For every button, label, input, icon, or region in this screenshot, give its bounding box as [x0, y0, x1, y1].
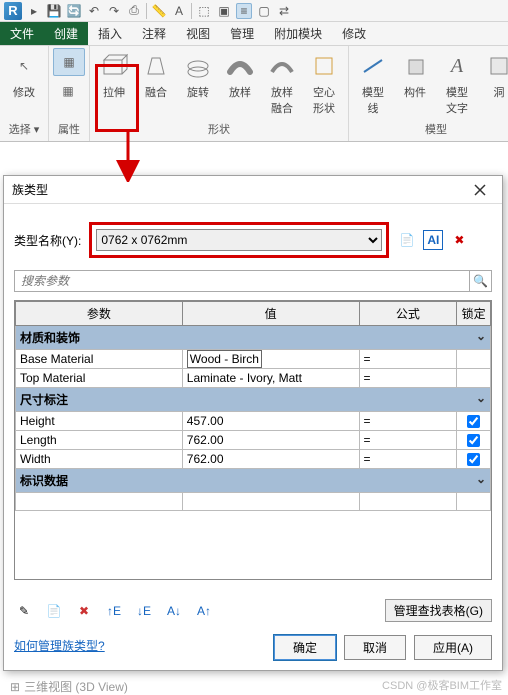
lock-checkbox[interactable]	[467, 415, 480, 428]
apply-button[interactable]: 应用(A)	[414, 635, 492, 660]
separator	[191, 3, 192, 19]
model-line-button[interactable]: 模型 线	[353, 48, 393, 118]
text-icon[interactable]: A	[171, 3, 187, 19]
thin-lines-icon[interactable]: ≡	[236, 3, 252, 19]
sort-desc-icon[interactable]: A↑	[194, 601, 214, 621]
collapse-icon[interactable]: ⌄	[476, 391, 486, 405]
search-input[interactable]	[15, 274, 469, 288]
opening-button[interactable]: 洞	[479, 48, 508, 102]
separator	[146, 3, 147, 19]
tab-create[interactable]: 创建	[44, 22, 88, 45]
panel-forms: 拉伸 融合 旋转 放样 放样 融合 空心 形状 形状	[90, 46, 349, 141]
void-button[interactable]: 空心 形状	[304, 48, 344, 118]
ok-button[interactable]: 确定	[274, 635, 336, 660]
measure-icon[interactable]: 📏	[151, 3, 167, 19]
print-icon[interactable]: ⎙	[126, 3, 142, 19]
move-down-icon[interactable]: ↓E	[134, 601, 154, 621]
ribbon: ↖修改 选择 ▾ ▦ ▦ 属性 拉伸 融合 旋转 放样 放样 融合 空心 形状 …	[0, 46, 508, 142]
swept-blend-button[interactable]: 放样 融合	[262, 48, 302, 118]
quick-access-toolbar: R ▸ 💾 🔄 ↶ ↷ ⎙ 📏 A ⬚ ▣ ≡ ▢ ⇄	[0, 0, 508, 22]
switch-icon[interactable]: ⇄	[276, 3, 292, 19]
search-icon[interactable]: 🔍	[469, 271, 491, 291]
modify-button[interactable]: ↖修改	[4, 48, 44, 102]
tab-view[interactable]: 视图	[176, 22, 220, 45]
manage-lookup-button[interactable]: 管理查找表格(G)	[385, 599, 492, 622]
table-header-row: 参数 值 公式 锁定	[16, 302, 491, 326]
category-identity[interactable]: 标识数据⌄	[16, 469, 491, 493]
col-param[interactable]: 参数	[16, 302, 183, 326]
collapse-icon[interactable]: ⌄	[476, 329, 486, 343]
close-button[interactable]	[466, 178, 494, 202]
watermark: CSDN @极客BIM工作室	[382, 677, 502, 693]
new-param-icon[interactable]: 📄	[44, 601, 64, 621]
sync-icon[interactable]: 🔄	[66, 3, 82, 19]
table-row: Base MaterialWood - Birch=	[16, 350, 491, 369]
panel-title-properties: 属性	[53, 119, 85, 139]
tab-annotate[interactable]: 注释	[132, 22, 176, 45]
category-dimensions[interactable]: 尺寸标注⌄	[16, 388, 491, 412]
ribbon-tabs: 文件 创建 插入 注释 视图 管理 附加模块 修改	[0, 22, 508, 46]
panel-properties: ▦ ▦ 属性	[49, 46, 90, 141]
section-icon[interactable]: ▣	[216, 3, 232, 19]
delete-param-icon[interactable]: ✖	[74, 601, 94, 621]
component-button[interactable]: 构件	[395, 48, 435, 102]
blend-button[interactable]: 融合	[136, 48, 176, 102]
panel-title-model: 模型	[353, 119, 508, 139]
rename-type-icon[interactable]: AI	[423, 230, 443, 250]
cancel-button[interactable]: 取消	[344, 635, 406, 660]
type-name-dropdown[interactable]: 0762 x 0762mm	[96, 229, 382, 251]
family-types-dialog: 族类型 类型名称(Y): 0762 x 0762mm 📄 AI ✖ 🔍 参数 值…	[3, 175, 503, 671]
edit-param-icon[interactable]: ✎	[14, 601, 34, 621]
model-text-button[interactable]: A模型 文字	[437, 48, 477, 118]
extrude-button[interactable]: 拉伸	[94, 48, 134, 102]
tab-file[interactable]: 文件	[0, 22, 44, 45]
category-materials[interactable]: 材质和装饰⌄	[16, 326, 491, 350]
collapse-icon[interactable]: ⌄	[476, 472, 486, 486]
type-name-label: 类型名称(Y):	[14, 232, 81, 249]
parameters-table: 参数 值 公式 锁定 材质和装饰⌄ Base MaterialWood - Bi…	[14, 300, 492, 580]
undo-icon[interactable]: ↶	[86, 3, 102, 19]
table-row: Top MaterialLaminate - Ivory, Matt=	[16, 369, 491, 388]
panel-title-forms: 形状	[94, 119, 344, 139]
table-row	[16, 493, 491, 511]
panel-model: 模型 线 构件 A模型 文字 洞 模型	[349, 46, 508, 141]
table-row: Length762.00=	[16, 431, 491, 450]
open-icon[interactable]: ▸	[26, 3, 42, 19]
properties-button[interactable]: ▦	[53, 48, 85, 76]
col-lock[interactable]: 锁定	[457, 302, 491, 326]
panel-select: ↖修改 选择 ▾	[0, 46, 49, 141]
table-row: Height457.00=	[16, 412, 491, 431]
3d-icon[interactable]: ⬚	[196, 3, 212, 19]
tab-addins[interactable]: 附加模块	[264, 22, 332, 45]
expand-icon[interactable]: ⊞	[10, 680, 20, 694]
table-row: Width762.00=	[16, 450, 491, 469]
revolve-button[interactable]: 旋转	[178, 48, 218, 102]
close-icon	[474, 184, 486, 196]
search-box: 🔍	[14, 270, 492, 292]
tab-insert[interactable]: 插入	[88, 22, 132, 45]
sort-asc-icon[interactable]: A↓	[164, 601, 184, 621]
sweep-button[interactable]: 放样	[220, 48, 260, 102]
col-value[interactable]: 值	[182, 302, 359, 326]
lock-checkbox[interactable]	[467, 434, 480, 447]
app-logo: R	[4, 2, 22, 20]
dialog-title: 族类型	[12, 181, 48, 198]
col-formula[interactable]: 公式	[359, 302, 457, 326]
lock-checkbox[interactable]	[467, 453, 480, 466]
panel-title-select: 选择 ▾	[4, 119, 44, 139]
tab-modify[interactable]: 修改	[332, 22, 376, 45]
delete-type-icon[interactable]: ✖	[449, 230, 469, 250]
move-up-icon[interactable]: ↑E	[104, 601, 124, 621]
annotation-red-box-typename: 0762 x 0762mm	[89, 222, 389, 258]
project-browser-item[interactable]: ⊞ 三维视图 (3D View)	[10, 678, 128, 695]
redo-icon[interactable]: ↷	[106, 3, 122, 19]
family-types-button[interactable]: ▦	[53, 78, 83, 104]
new-type-icon[interactable]: 📄	[397, 230, 417, 250]
save-icon[interactable]: 💾	[46, 3, 62, 19]
help-link[interactable]: 如何管理族类型?	[14, 637, 105, 654]
close-hidden-icon[interactable]: ▢	[256, 3, 272, 19]
tab-manage[interactable]: 管理	[220, 22, 264, 45]
